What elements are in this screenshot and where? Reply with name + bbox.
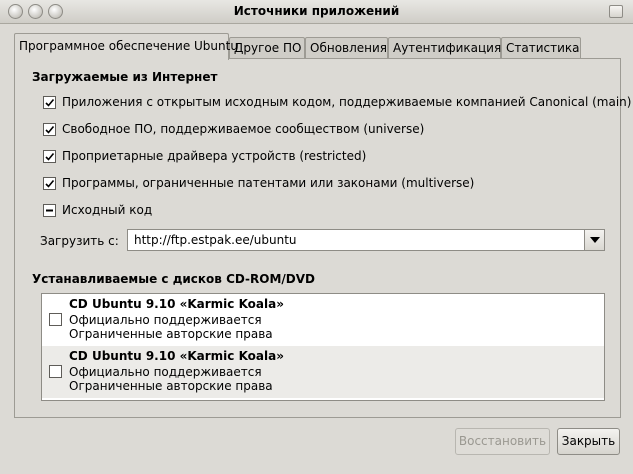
tab-authentication[interactable]: Аутентификация (388, 37, 501, 59)
cdrom-list[interactable]: CD Ubuntu 9.10 «Karmic Koala» Официально… (41, 293, 605, 401)
cdrom-title: CD Ubuntu 9.10 «Karmic Koala» (69, 349, 284, 363)
cdrom-license: Ограниченные авторские права (69, 379, 273, 393)
cdrom-support: Официально поддерживается (69, 365, 262, 379)
checkbox-restricted[interactable] (43, 150, 56, 163)
cdrom-license: Ограниченные авторские права (69, 327, 273, 341)
checkbox-main[interactable] (43, 96, 56, 109)
checkbox-universe[interactable] (43, 123, 56, 136)
cdrom-section-title: Устанавливаемые с дисков CD-ROM/DVD (32, 272, 316, 286)
checkbox-source-code[interactable] (43, 204, 56, 217)
download-from-label: Загрузить с: (40, 234, 119, 248)
tab-statistics[interactable]: Статистика (501, 37, 581, 59)
internet-section-title: Загружаемые из Интернет (32, 70, 218, 84)
checkbox-multiverse[interactable] (43, 177, 56, 190)
checkbox-multiverse-label[interactable]: Программы, ограниченные патентами или за… (62, 176, 474, 190)
checkbox-main-label[interactable]: Приложения с открытым исходным кодом, по… (62, 95, 631, 109)
check-icon (45, 98, 55, 107)
download-server-value: http://ftp.estpak.ee/ubuntu (134, 233, 297, 247)
window-menu-icon[interactable] (609, 5, 623, 18)
cdrom-support: Официально поддерживается (69, 313, 262, 327)
checkbox-source-code-label[interactable]: Исходный код (62, 203, 152, 217)
cdrom-checkbox[interactable] (49, 365, 62, 378)
restore-button[interactable]: Восстановить (455, 428, 550, 455)
close-button[interactable]: Закрыть (557, 428, 620, 455)
checkbox-universe-label[interactable]: Свободное ПО, поддерживаемое сообществом… (62, 122, 424, 136)
list-item[interactable]: CD Ubuntu 9.10 «Karmic Koala» Официально… (42, 346, 604, 398)
list-item[interactable]: CD Ubuntu 9.10 «Karmic Koala» Официально… (42, 294, 604, 346)
window-title: Источники приложений (233, 4, 400, 18)
cdrom-checkbox[interactable] (49, 313, 62, 326)
cdrom-title: CD Ubuntu 9.10 «Karmic Koala» (69, 297, 284, 311)
check-icon (45, 179, 55, 188)
tab-other-software[interactable]: Другое ПО (229, 37, 305, 59)
title-bar: Источники приложений (0, 0, 633, 24)
mixed-state-icon (46, 209, 53, 212)
checkbox-restricted-label[interactable]: Проприетарные драйвера устройств (restri… (62, 149, 366, 163)
download-server-select[interactable]: http://ftp.estpak.ee/ubuntu (127, 229, 605, 251)
tab-ubuntu-software[interactable]: Программное обеспечение Ubuntu (14, 33, 238, 60)
check-icon (45, 152, 55, 161)
chevron-down-icon[interactable] (584, 230, 604, 250)
check-icon (45, 125, 55, 134)
tab-updates[interactable]: Обновления (305, 37, 388, 59)
